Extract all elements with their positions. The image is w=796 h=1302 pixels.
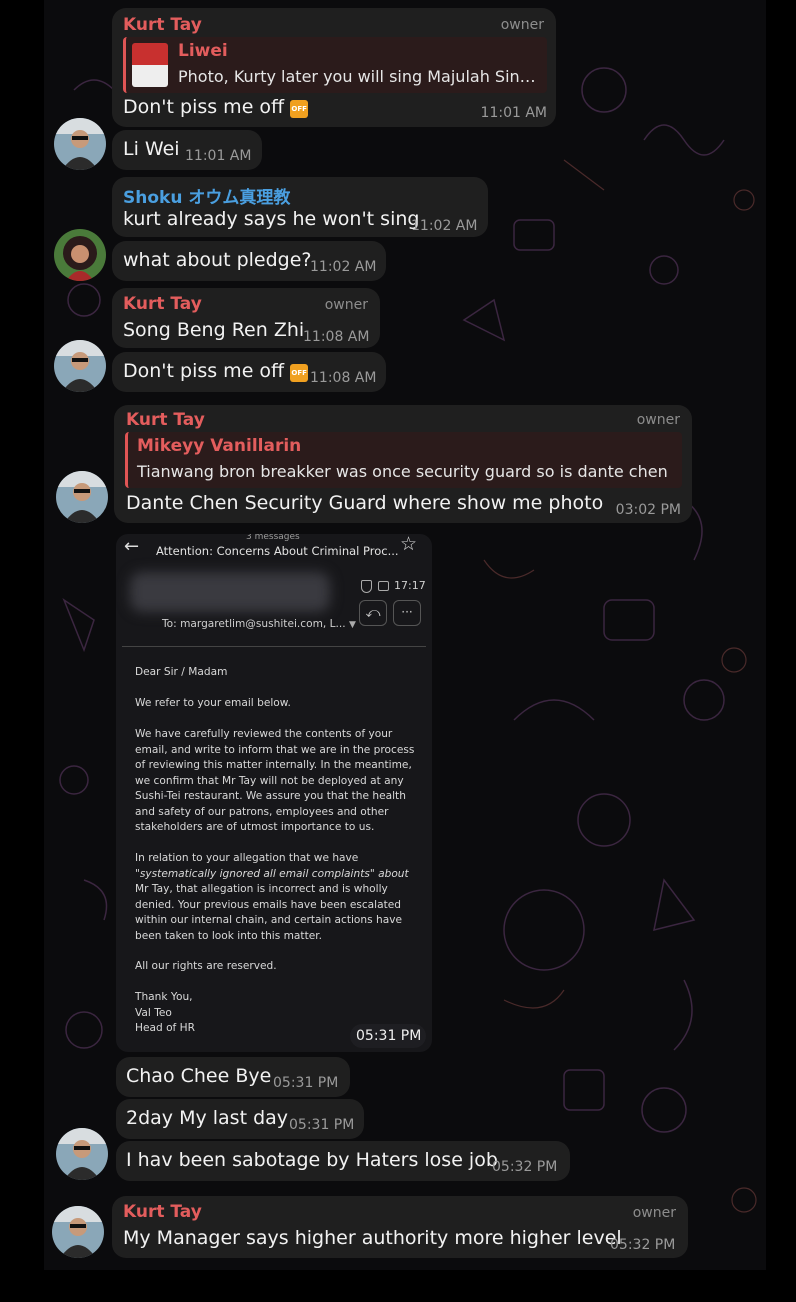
- owner-badge: owner: [500, 17, 544, 33]
- message-time: 11:02 AM: [411, 218, 478, 234]
- email-count: 3 messages: [246, 534, 300, 542]
- sender-name[interactable]: Shoku オウム真理教: [123, 183, 290, 208]
- message-bubble[interactable]: Kurt Tay owner Liwei Photo, Kurty later …: [112, 8, 556, 127]
- message-text: I hav been sabotage by Haters lose job: [126, 1149, 498, 1171]
- email-line: Dear Sir / Madam: [135, 666, 228, 678]
- message-bubble[interactable]: 2day My last day 05:31 PM: [116, 1099, 364, 1139]
- quote-text: Photo, Kurty later you will sing Majulah…: [178, 67, 536, 86]
- message-text: My Manager says higher authority more hi…: [123, 1227, 622, 1249]
- owner-badge: owner: [632, 1205, 676, 1221]
- message-text: what about pledge?: [123, 249, 312, 271]
- shield-icon: [361, 580, 372, 593]
- avatar-kurt[interactable]: [56, 471, 108, 523]
- email-line: been taken to look into this matter.: [135, 929, 322, 942]
- message-text: Chao Chee Bye: [126, 1065, 272, 1087]
- back-arrow-icon[interactable]: ←: [124, 536, 139, 557]
- message-bubble[interactable]: Kurt Tay owner Song Beng Ren Zhi 11:08 A…: [112, 288, 380, 348]
- message-bubble[interactable]: Li Wei 11:01 AM: [112, 130, 262, 170]
- message-time: 11:01 AM: [480, 105, 547, 121]
- email-clock: 17:17: [394, 579, 426, 592]
- message-bubble[interactable]: Kurt Tay owner Mikeyy Vanillarin Tianwan…: [114, 405, 692, 523]
- message-time: 05:32 PM: [610, 1237, 676, 1253]
- email-subject: Attention: Concerns About Criminal Proc.…: [156, 544, 399, 558]
- sender-name[interactable]: Kurt Tay: [123, 294, 202, 314]
- message-time: 05:31 PM: [273, 1075, 339, 1091]
- email-line: and safety of our patrons, employees and…: [135, 805, 389, 818]
- message-time: 11:08 AM: [310, 370, 377, 386]
- more-button[interactable]: ···: [393, 600, 421, 626]
- avatar-kurt[interactable]: [54, 118, 106, 170]
- sender-redacted: [130, 572, 330, 612]
- message-time: 03:02 PM: [615, 502, 681, 518]
- message-text: Don't piss me off OFF: [123, 96, 309, 118]
- avatar-shoku[interactable]: [54, 229, 106, 281]
- image-message[interactable]: 3 messages ← Attention: Concerns About C…: [116, 534, 432, 1052]
- sender-name[interactable]: Kurt Tay: [123, 1202, 202, 1222]
- email-line: denied. Your previous emails have been e…: [135, 898, 402, 911]
- sender-name[interactable]: Kurt Tay: [123, 15, 202, 35]
- owner-badge: owner: [636, 412, 680, 428]
- quote-sender: Mikeyy Vanillarin: [137, 436, 302, 456]
- avatar-kurt[interactable]: [52, 1206, 104, 1258]
- email-divider: [122, 646, 426, 647]
- email-line: All our rights are reserved.: [135, 960, 277, 972]
- email-line: Thank You,: [135, 991, 193, 1003]
- avatar-kurt[interactable]: [56, 1128, 108, 1180]
- avatar-kurt[interactable]: [54, 340, 106, 392]
- message-time: 05:31 PM: [289, 1117, 355, 1133]
- chevron-down-icon: ▼: [349, 620, 356, 630]
- message-time: 11:02 AM: [310, 259, 377, 275]
- email-line: "systematically ignored all email compla…: [135, 867, 409, 880]
- off-icon: OFF: [290, 364, 309, 382]
- quote-thumbnail: [132, 43, 168, 87]
- message-bubble[interactable]: I hav been sabotage by Haters lose job 0…: [116, 1141, 570, 1181]
- sender-name[interactable]: Kurt Tay: [126, 410, 205, 430]
- email-line: Sushi-Tei restaurant. We assure you that…: [135, 790, 406, 802]
- message-text: Don't piss me off OFF: [123, 360, 309, 382]
- message-time: 05:31 PM: [356, 1028, 422, 1044]
- reply-quote[interactable]: Mikeyy Vanillarin Tianwang bron breakker…: [125, 432, 682, 488]
- message-text: kurt already says he won't sing: [123, 208, 420, 230]
- email-line: stakeholders are of utmost importance to…: [135, 821, 375, 833]
- off-icon: OFF: [290, 100, 309, 118]
- email-line: we confirm that Mr Tay will not be deplo…: [135, 774, 404, 787]
- message-text: Song Beng Ren Zhi: [123, 319, 305, 341]
- message-time: 11:08 AM: [303, 329, 370, 345]
- star-icon[interactable]: ☆: [400, 534, 417, 555]
- email-recipient[interactable]: To: margaretlim@sushitei.com, L... ▼: [162, 618, 356, 630]
- message-bubble[interactable]: Don't piss me off OFF 11:08 AM: [112, 352, 386, 392]
- email-line: email, and write to inform that we are i…: [135, 743, 415, 756]
- message-bubble[interactable]: Kurt Tay owner My Manager says higher au…: [112, 1196, 688, 1258]
- lock-icon: [378, 581, 389, 591]
- reply-quote[interactable]: Liwei Photo, Kurty later you will sing M…: [123, 37, 547, 93]
- reply-button[interactable]: ⤺: [359, 600, 387, 626]
- message-text: Li Wei: [123, 138, 180, 160]
- message-bubble[interactable]: Chao Chee Bye 05:31 PM: [116, 1057, 350, 1097]
- email-line: of reviewing this matter internally. In …: [135, 759, 412, 771]
- message-time: 11:01 AM: [185, 148, 252, 164]
- quote-text: Tianwang bron breakker was once security…: [137, 462, 668, 481]
- email-line: In relation to your allegation that we h…: [135, 852, 359, 864]
- email-line: Val Teo: [135, 1006, 172, 1019]
- email-line: Mr Tay, that allegation is incorrect and…: [135, 883, 388, 895]
- message-bubble[interactable]: Shoku オウム真理教 kurt already says he won't …: [112, 177, 488, 237]
- email-line: within our internal chain, and certain a…: [135, 914, 403, 926]
- message-text: Dante Chen Security Guard where show me …: [126, 492, 604, 514]
- quote-sender: Liwei: [178, 41, 228, 61]
- message-text: 2day My last day: [126, 1107, 289, 1129]
- message-bubble[interactable]: what about pledge? 11:02 AM: [112, 241, 386, 281]
- owner-badge: owner: [324, 297, 368, 313]
- message-time: 05:32 PM: [492, 1159, 558, 1175]
- email-line: We have carefully reviewed the contents …: [135, 728, 393, 740]
- email-line: We refer to your email below.: [135, 697, 291, 709]
- email-line: Head of HR: [135, 1022, 195, 1034]
